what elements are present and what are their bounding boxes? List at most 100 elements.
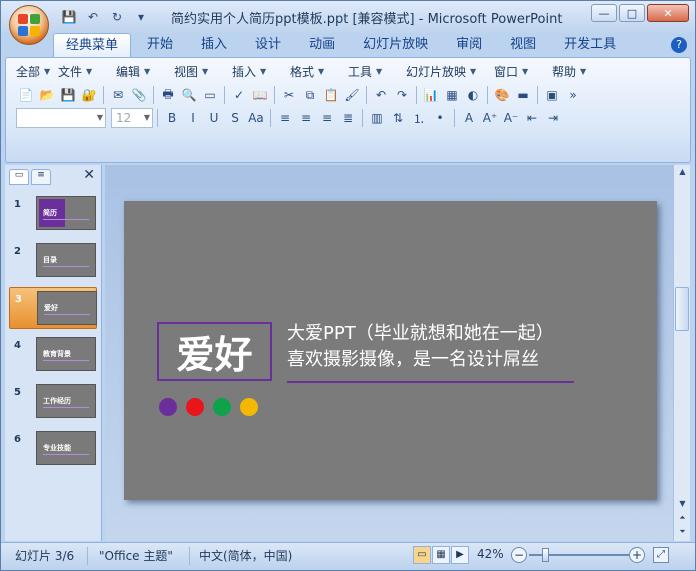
menu-7[interactable]: 幻灯片放映 ▼ [406, 62, 494, 82]
sorter-view-icon[interactable]: ▦ [432, 546, 450, 564]
numbering-icon[interactable]: ⒈ [409, 108, 429, 128]
office-button[interactable] [9, 5, 49, 45]
cut-icon[interactable]: ✂ [279, 85, 299, 105]
table-icon[interactable]: ▦ [442, 85, 462, 105]
italic-icon[interactable]: I [183, 108, 203, 128]
save-icon[interactable]: 💾 [58, 85, 78, 105]
menu-3[interactable]: 视图 ▼ [174, 62, 232, 82]
slide-thumbnail[interactable]: 2 目录 [9, 240, 97, 282]
underline-icon[interactable]: U [204, 108, 224, 128]
align-right-icon[interactable]: ≡ [317, 108, 337, 128]
paste-icon[interactable]: 📋 [321, 85, 341, 105]
close-button[interactable]: ✕ [647, 4, 689, 22]
tab-1[interactable]: 开始 [135, 33, 185, 57]
help-icon[interactable]: ? [671, 37, 687, 53]
tab-6[interactable]: 审阅 [444, 33, 494, 57]
shrink-font-icon[interactable]: A⁻ [501, 108, 521, 128]
vertical-scrollbar[interactable]: ▲ ▼ ⏶ ⏷ [673, 165, 690, 541]
redo-icon[interactable]: ↻ [107, 8, 127, 26]
tab-8[interactable]: 开发工具 [552, 33, 628, 57]
permission-icon[interactable]: 🔐 [79, 85, 99, 105]
tab-2[interactable]: 插入 [189, 33, 239, 57]
slide-text-line-2[interactable]: 喜欢摄影摄像，是一名设计屌丝 [287, 345, 539, 371]
open-icon[interactable]: 📂 [37, 85, 57, 105]
more-icon[interactable]: » [563, 85, 583, 105]
pane-close-icon[interactable]: ✕ [83, 167, 95, 183]
align-left-icon[interactable]: ≡ [275, 108, 295, 128]
previous-slide-icon[interactable]: ⏶ [674, 511, 691, 525]
color-dot[interactable] [213, 398, 231, 416]
grayscale-icon[interactable]: ◐ [463, 85, 483, 105]
new-slide-icon[interactable]: ▣ [542, 85, 562, 105]
language-indicator[interactable]: 中文(简体，中国) [199, 547, 292, 564]
menu-6[interactable]: 工具 ▼ [348, 62, 406, 82]
attach-icon[interactable]: 📎 [129, 85, 149, 105]
theme-name[interactable]: "Office 主题" [99, 547, 173, 564]
color-dot[interactable] [186, 398, 204, 416]
slide-thumbnail[interactable]: 4 教育背景 [9, 334, 97, 376]
current-slide[interactable]: 爱好 大爱PPT（毕业就想和她在一起） 喜欢摄影摄像，是一名设计屌丝 [124, 201, 657, 500]
bold-icon[interactable]: B [162, 108, 182, 128]
align-center-icon[interactable]: ≡ [296, 108, 316, 128]
zoom-slider-knob[interactable] [542, 548, 549, 562]
font-name-combo[interactable]: ▼ [16, 108, 106, 128]
slide-thumbnail[interactable]: 3 爱好 [9, 287, 97, 329]
zoom-level[interactable]: 42% [477, 547, 504, 561]
redo-icon[interactable]: ↷ [392, 85, 412, 105]
menu-1[interactable]: 文件 ▼ [58, 62, 116, 82]
color-dot[interactable] [159, 398, 177, 416]
slide-text-line-1[interactable]: 大爱PPT（毕业就想和她在一起） [287, 319, 554, 345]
qat-dropdown-icon[interactable]: ▾ [131, 8, 151, 26]
decrease-indent-icon[interactable]: ⇤ [522, 108, 542, 128]
font-color-icon[interactable]: A [459, 108, 479, 128]
fit-to-window-icon[interactable]: ⤢ [653, 547, 669, 563]
zoom-in-button[interactable]: + [629, 547, 645, 563]
menu-0[interactable]: 全部 ▼ [16, 62, 58, 82]
color-dot[interactable] [240, 398, 258, 416]
undo-icon[interactable]: ↶ [83, 8, 103, 26]
spelling-icon[interactable]: ✓ [229, 85, 249, 105]
maximize-button[interactable]: □ [619, 4, 645, 22]
next-slide-icon[interactable]: ⏷ [674, 525, 691, 539]
menu-2[interactable]: 编辑 ▼ [116, 62, 174, 82]
slide-title[interactable]: 爱好 [157, 322, 272, 381]
print-icon[interactable]: 🖶 [158, 85, 178, 105]
fill-icon[interactable]: ▬ [513, 85, 533, 105]
normal-view-icon[interactable]: ▭ [413, 546, 431, 564]
menu-9[interactable]: 帮助 ▼ [552, 62, 610, 82]
slides-tab[interactable]: ▭ [9, 169, 29, 185]
print-preview-icon[interactable]: 🔍 [179, 85, 199, 105]
menu-8[interactable]: 窗口 ▼ [494, 62, 552, 82]
columns-icon[interactable]: ▥ [367, 108, 387, 128]
font-size-combo[interactable]: 12 ▼ [111, 108, 153, 128]
format-painter-icon[interactable]: 🖌 [342, 85, 362, 105]
zoom-out-button[interactable]: − [511, 547, 527, 563]
tab-5[interactable]: 幻灯片放映 [351, 33, 440, 57]
save-icon[interactable]: 💾 [59, 8, 79, 26]
copy-icon[interactable]: ⧉ [300, 85, 320, 105]
tab-3[interactable]: 设计 [243, 33, 293, 57]
slideshow-view-icon[interactable]: ▶ [451, 546, 469, 564]
undo-icon[interactable]: ↶ [371, 85, 391, 105]
tab-0[interactable]: 经典菜单 [53, 33, 132, 57]
menu-4[interactable]: 插入 ▼ [232, 62, 290, 82]
scroll-thumb[interactable] [675, 287, 689, 331]
research-icon[interactable]: 📖 [250, 85, 270, 105]
layout-icon[interactable]: ▭ [200, 85, 220, 105]
minimize-button[interactable]: — [591, 4, 617, 22]
outline-tab[interactable]: ≡ [31, 169, 51, 185]
grow-font-icon[interactable]: A⁺ [480, 108, 500, 128]
slide-thumbnail[interactable]: 1 简历 [9, 193, 97, 235]
chart-icon[interactable]: 📊 [421, 85, 441, 105]
case-icon[interactable]: Aa [246, 108, 266, 128]
email-icon[interactable]: ✉ [108, 85, 128, 105]
new-icon[interactable]: 📄 [16, 85, 36, 105]
menu-5[interactable]: 格式 ▼ [290, 62, 348, 82]
strike-icon[interactable]: S [225, 108, 245, 128]
tab-7[interactable]: 视图 [498, 33, 548, 57]
color-scheme-icon[interactable]: 🎨 [492, 85, 512, 105]
slide-thumbnail[interactable]: 5 工作经历 [9, 381, 97, 423]
tab-4[interactable]: 动画 [297, 33, 347, 57]
justify-icon[interactable]: ≣ [338, 108, 358, 128]
bullets-icon[interactable]: • [430, 108, 450, 128]
